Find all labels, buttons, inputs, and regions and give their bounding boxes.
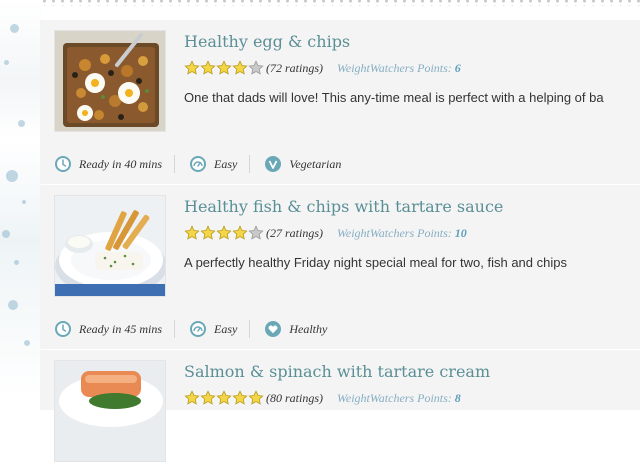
star-filled-icon[interactable]	[232, 225, 248, 241]
info-time: Ready in 45 mins	[54, 320, 174, 338]
star-filled-icon[interactable]	[184, 60, 200, 76]
star-filled-icon[interactable]	[232, 390, 248, 406]
info-label: Ready in 45 mins	[79, 321, 162, 336]
clock-icon	[54, 320, 79, 338]
recipe-description: One that dads will love! This any-time m…	[184, 90, 604, 105]
recipe-thumbnail[interactable]	[54, 195, 166, 297]
difficulty-icon	[189, 155, 214, 173]
recipe-card: Healthy fish & chips with tartare sauce …	[40, 185, 640, 349]
ratings-count: (80 ratings)	[266, 390, 323, 405]
star-filled-icon[interactable]	[216, 60, 232, 76]
info-difficulty: Easy	[174, 320, 249, 338]
info-time: Ready in 40 mins	[54, 155, 174, 173]
star-filled-icon[interactable]	[216, 225, 232, 241]
clock-icon	[54, 155, 79, 173]
ww-points-label: WeightWatchers Points:	[337, 225, 452, 240]
star-filled-icon[interactable]	[232, 60, 248, 76]
rating-stars[interactable]	[184, 390, 264, 406]
vegetarian-icon	[264, 155, 289, 173]
star-filled-icon[interactable]	[184, 225, 200, 241]
heart-icon	[264, 320, 289, 338]
ww-points-label: WeightWatchers Points:	[337, 60, 452, 75]
recipe-description: A perfectly healthy Friday night special…	[184, 255, 567, 270]
star-filled-icon[interactable]	[200, 390, 216, 406]
dotted-divider	[40, 0, 640, 6]
difficulty-icon	[189, 320, 214, 338]
recipe-thumbnail[interactable]	[54, 30, 166, 132]
ww-points-value: 8	[454, 390, 461, 405]
recipe-card: Salmon & spinach with tartare cream (80 …	[40, 350, 640, 462]
ww-points-value: 6	[454, 60, 461, 75]
info-label: Healthy	[289, 321, 328, 336]
info-label: Easy	[214, 321, 238, 336]
recipe-meta: (80 ratings) WeightWatchers Points: 8	[184, 390, 461, 406]
ww-points: WeightWatchers Points: 8	[337, 391, 461, 406]
recipe-thumbnail[interactable]	[54, 360, 166, 462]
star-filled-icon[interactable]	[216, 390, 232, 406]
recipe-card: Healthy egg & chips (72 ratings) WeightW…	[40, 20, 640, 184]
recipe-meta: (27 ratings) WeightWatchers Points: 10	[184, 225, 467, 241]
ratings-count: (72 ratings)	[266, 60, 323, 75]
recipe-title[interactable]: Healthy egg & chips	[184, 32, 350, 51]
star-filled-icon[interactable]	[200, 225, 216, 241]
ww-points-label: WeightWatchers Points:	[337, 390, 452, 405]
info-diet: Healthy	[249, 320, 339, 338]
ww-points: WeightWatchers Points: 10	[337, 226, 467, 241]
info-label: Vegetarian	[289, 156, 342, 171]
decorative-splash	[0, 0, 42, 400]
rating-stars[interactable]	[184, 225, 264, 241]
star-empty-icon[interactable]	[248, 225, 264, 241]
star-filled-icon[interactable]	[184, 390, 200, 406]
info-diet: Vegetarian	[249, 155, 353, 173]
star-empty-icon[interactable]	[248, 60, 264, 76]
ratings-count: (27 ratings)	[266, 225, 323, 240]
recipe-info-bar: Ready in 40 mins Easy Vegetarian	[54, 152, 353, 176]
info-difficulty: Easy	[174, 155, 249, 173]
recipe-meta: (72 ratings) WeightWatchers Points: 6	[184, 60, 461, 76]
ww-points: WeightWatchers Points: 6	[337, 61, 461, 76]
star-filled-icon[interactable]	[248, 390, 264, 406]
ww-points-value: 10	[454, 225, 467, 240]
info-label: Easy	[214, 156, 238, 171]
info-label: Ready in 40 mins	[79, 156, 162, 171]
recipe-title[interactable]: Healthy fish & chips with tartare sauce	[184, 197, 503, 216]
recipe-info-bar: Ready in 45 mins Easy Healthy	[54, 317, 339, 341]
rating-stars[interactable]	[184, 60, 264, 76]
recipe-title[interactable]: Salmon & spinach with tartare cream	[184, 362, 490, 381]
star-filled-icon[interactable]	[200, 60, 216, 76]
